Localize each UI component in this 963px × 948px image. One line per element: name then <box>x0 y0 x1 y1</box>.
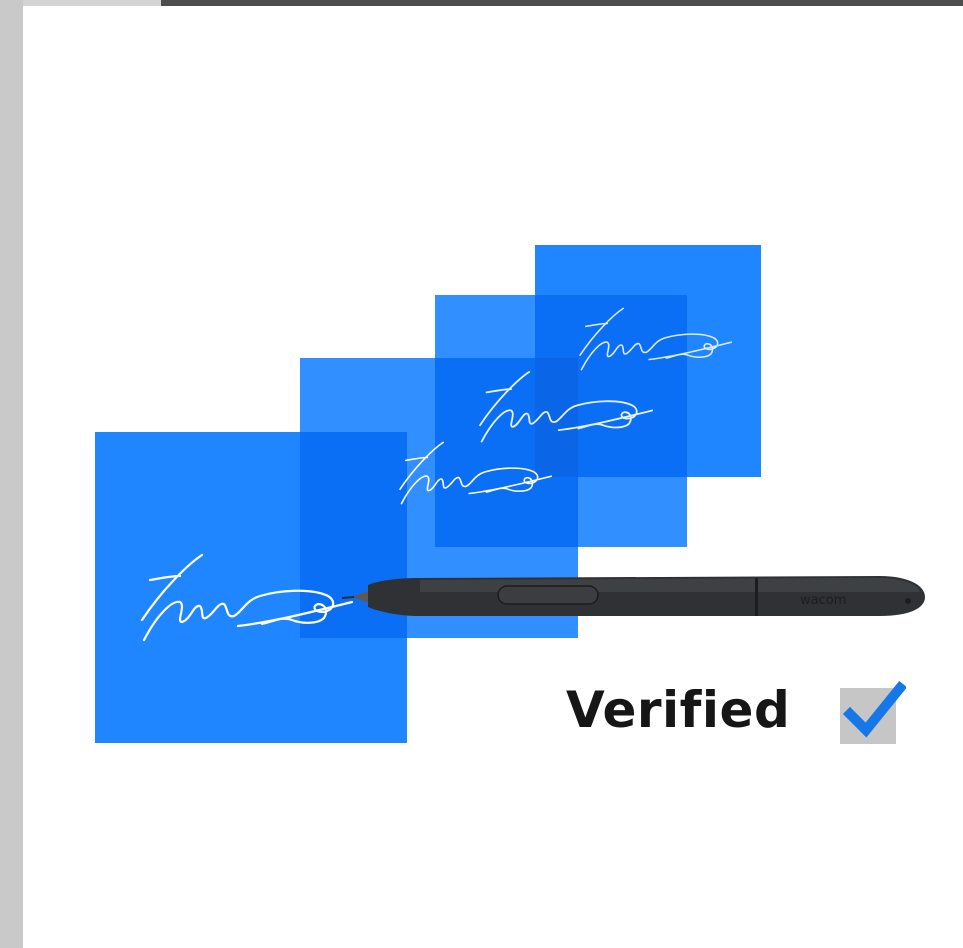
stylus-pen-icon: wacom <box>341 576 925 616</box>
svg-text:wacom: wacom <box>800 593 846 608</box>
verified-label: Verified <box>566 681 791 739</box>
signature-verification-graphic: wacom Verified <box>0 0 963 948</box>
checkmark-icon <box>840 680 906 744</box>
signature-cards-illustration: wacom <box>95 245 925 743</box>
